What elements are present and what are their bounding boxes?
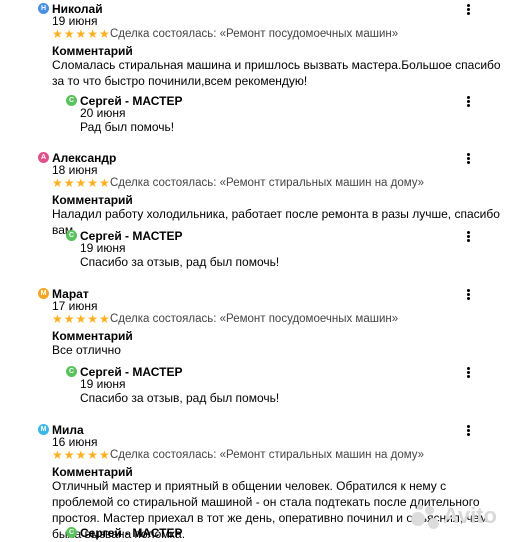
comment-title: Комментарий	[52, 44, 133, 58]
reply-text: Спасибо за отзыв, рад был помочь!	[80, 391, 280, 405]
reply-date: 19 июня	[80, 377, 126, 391]
comment-text: Все отлично	[52, 343, 121, 357]
avatar: С	[66, 230, 77, 241]
star-rating-icon: ★★★★★	[52, 27, 111, 41]
comment-title: Комментарий	[52, 329, 133, 343]
avatar: С	[66, 527, 77, 538]
more-menu-icon[interactable]	[463, 153, 473, 167]
star-rating-icon: ★★★★★	[52, 176, 111, 190]
star-rating-icon: ★★★★★	[52, 448, 111, 462]
avatar: С	[66, 95, 77, 106]
avito-logo-icon	[410, 504, 439, 530]
deal-info: Сделка состоялась: «Ремонт стиральных ма…	[110, 449, 425, 461]
deal-info: Сделка состоялась: «Ремонт стиральных ма…	[110, 177, 425, 189]
more-menu-icon[interactable]	[463, 425, 473, 439]
comment-text: Сломалась стиральная машина и пришлось в…	[52, 58, 501, 88]
more-menu-icon[interactable]	[463, 96, 473, 110]
more-menu-icon[interactable]	[463, 231, 473, 245]
reply-author[interactable]: Сергей - МАСТЕР	[80, 526, 182, 540]
comment-title: Комментарий	[52, 465, 133, 479]
deal-info: Сделка состоялась: «Ремонт посудомоечных…	[110, 28, 399, 40]
reply-text: Спасибо за отзыв, рад был помочь!	[80, 255, 280, 269]
avatar: М	[38, 424, 49, 435]
more-menu-icon[interactable]	[463, 367, 473, 381]
reply-date: 19 июня	[80, 241, 126, 255]
avatar: М	[38, 288, 49, 299]
review-date: 19 июня	[52, 14, 98, 28]
more-menu-icon[interactable]	[463, 4, 473, 18]
avatar: А	[38, 152, 49, 163]
more-menu-icon[interactable]	[463, 289, 473, 303]
comment-title: Комментарий	[52, 193, 133, 207]
watermark-text: Avito	[442, 502, 497, 528]
reply-date: 20 июня	[80, 106, 126, 120]
avito-watermark: Avito	[410, 502, 497, 530]
reply-text: Рад был помочь!	[80, 120, 175, 134]
review-date: 16 июня	[52, 435, 98, 449]
avatar: Н	[38, 3, 49, 14]
avatar: С	[66, 366, 77, 377]
deal-info: Сделка состоялась: «Ремонт посудомоечных…	[110, 313, 399, 325]
star-rating-icon: ★★★★★	[52, 312, 111, 326]
review-date: 18 июня	[52, 163, 98, 177]
review-date: 17 июня	[52, 299, 98, 313]
